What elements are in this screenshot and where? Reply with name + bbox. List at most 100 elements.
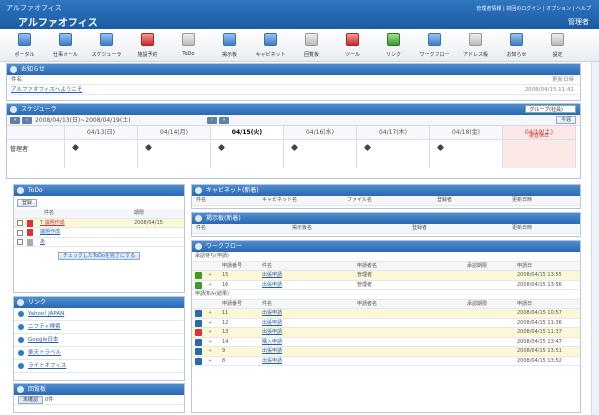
schedule-cell[interactable]: [430, 140, 502, 168]
schedule-day-header[interactable]: 04/17(木): [357, 126, 429, 140]
workflow-row[interactable]: +9 出張申請 2008/04/15 13:51: [192, 347, 580, 357]
header-links[interactable]: 管理者情報 | 前回のログイン | オプション | ヘルプ: [476, 5, 591, 12]
workflow-row[interactable]: +13 出張申請 2008/04/15 11:37: [192, 328, 580, 338]
pencil-icon[interactable]: [144, 143, 153, 152]
toolbar-button-7[interactable]: 回覧板: [291, 29, 332, 62]
request-subject[interactable]: 出張申請: [262, 309, 282, 319]
pencil-icon[interactable]: [436, 143, 445, 152]
request-date: 2008/04/15 11:36: [517, 319, 562, 326]
request-date: 2008/04/15 13:51: [517, 348, 562, 354]
todo-title[interactable]: T 議題作成: [40, 219, 65, 229]
link-label[interactable]: Yahoo! JAPAN: [28, 311, 64, 317]
toolbar-button-6[interactable]: キャビネット: [250, 29, 291, 62]
toolbar-button-3[interactable]: 施設予約: [127, 29, 168, 62]
schedule-cell[interactable]: [138, 140, 210, 168]
todo-row[interactable]: T 議題作成 2008/04/15: [14, 218, 184, 229]
prev-day-button[interactable]: ‹: [22, 117, 32, 124]
day-label[interactable]: 04/18(金): [452, 129, 480, 136]
workflow-row[interactable]: +16 出張申請 管理者 2008/04/15 13:56: [192, 281, 580, 291]
unread-tab[interactable]: 未確認: [18, 396, 44, 404]
toolbar-button-10[interactable]: ワークフロー: [414, 29, 455, 62]
toolbar-button-9[interactable]: リンク: [373, 29, 414, 62]
schedule-cell[interactable]: [211, 140, 283, 168]
todo-title[interactable]: 議題作成: [40, 228, 60, 238]
workflow-row[interactable]: +8 出張申請 2008/04/15 13:52: [192, 357, 580, 367]
pencil-icon[interactable]: [217, 143, 226, 152]
todo-row[interactable]: あ: [14, 238, 184, 248]
group-select[interactable]: グループ(社員): [525, 105, 576, 113]
toolbar-button-2[interactable]: スケジューラ: [86, 29, 127, 62]
link-item[interactable]: ライトオフィス: [14, 360, 184, 373]
request-subject[interactable]: 出張申請: [262, 281, 282, 291]
status-icon: [195, 329, 202, 336]
toolbar-button-12[interactable]: お知らせ: [496, 29, 537, 62]
schedule-cell[interactable]: [65, 140, 137, 168]
workflow-row[interactable]: +14 購入申請 2008/04/15 13:47: [192, 338, 580, 348]
toolbar-button-1[interactable]: 仕事メール: [45, 29, 86, 62]
link-item[interactable]: 楽天トラベル: [14, 347, 184, 360]
user-name[interactable]: 管理者: [568, 17, 589, 27]
pencil-icon[interactable]: [363, 143, 372, 152]
status-icon: [195, 272, 202, 279]
day-label[interactable]: 04/15(火): [232, 129, 262, 136]
pencil-icon[interactable]: [290, 143, 299, 152]
schedule-day-header[interactable]: 04/13(日): [65, 126, 137, 140]
todo-checkbox[interactable]: [17, 239, 23, 245]
link-label[interactable]: Google日本: [28, 337, 58, 343]
expand-icon[interactable]: +: [208, 357, 212, 367]
todo-checkbox[interactable]: [17, 229, 23, 236]
day-label[interactable]: 04/14(月): [160, 129, 188, 136]
todo-title[interactable]: あ: [40, 238, 45, 248]
request-subject[interactable]: 出張申請: [262, 347, 282, 357]
link-item[interactable]: Yahoo! JAPAN: [14, 308, 184, 321]
page-scrollbar[interactable]: [591, 62, 599, 415]
toolbar-button-8[interactable]: ツール: [332, 29, 373, 62]
link-label[interactable]: 楽天トラベル: [28, 350, 61, 356]
pencil-icon[interactable]: [71, 143, 80, 152]
day-label[interactable]: 04/13(日): [87, 129, 115, 136]
this-week-button[interactable]: 今週: [555, 116, 576, 124]
day-label[interactable]: 04/17(木): [379, 129, 407, 136]
request-subject[interactable]: 出張申請: [262, 357, 282, 367]
schedule-day-header[interactable]: 04/18(金): [430, 126, 502, 140]
next-day-button[interactable]: ›: [207, 117, 217, 124]
schedule-cell[interactable]: [357, 140, 429, 168]
workflow-row[interactable]: +12 出張申請 2008/04/15 11:36: [192, 319, 580, 329]
request-subject[interactable]: 出張申請: [262, 319, 282, 329]
link-item[interactable]: Google日本: [14, 334, 184, 347]
expand-icon[interactable]: +: [208, 328, 212, 338]
schedule-day-header[interactable]: 04/16(水): [284, 126, 356, 140]
todo-new-button[interactable]: 登録: [17, 199, 38, 207]
toolbar-button-11[interactable]: アドレス帳: [455, 29, 496, 62]
link-item[interactable]: ニフティ検索: [14, 321, 184, 334]
workflow-row[interactable]: +15 出張申請 管理者 2008/04/15 13:55: [192, 271, 580, 281]
todo-row[interactable]: 議題作成: [14, 228, 184, 238]
expand-icon[interactable]: +: [208, 309, 212, 319]
schedule-cell[interactable]: [284, 140, 356, 168]
complete-todo-button[interactable]: チェックしたToDoを完了にする: [57, 252, 141, 260]
day-label[interactable]: 04/16(水): [306, 129, 334, 136]
schedule-day-header[interactable]: 04/19(土) 振替休日: [503, 126, 575, 140]
schedule-day-header[interactable]: 04/15(火): [211, 126, 283, 140]
expand-icon[interactable]: +: [208, 338, 212, 348]
expand-icon[interactable]: +: [208, 281, 212, 291]
next-week-button[interactable]: »: [219, 117, 229, 124]
expand-icon[interactable]: +: [208, 271, 212, 281]
expand-icon[interactable]: +: [208, 347, 212, 357]
link-label[interactable]: ニフティ検索: [28, 324, 61, 330]
workflow-row[interactable]: +11 出張申請 2008/04/15 10:57: [192, 309, 580, 319]
request-subject[interactable]: 出張申請: [262, 271, 282, 281]
toolbar-button-13[interactable]: 設定: [537, 29, 578, 62]
todo-checkbox[interactable]: [17, 220, 23, 226]
prev-week-button[interactable]: «: [10, 117, 20, 124]
toolbar-button-5[interactable]: 掲示板: [209, 29, 250, 62]
toolbar-button-4[interactable]: ToDo: [168, 29, 209, 62]
notice-item[interactable]: アルファオフィスへようこそ 2008/04/15 11:41: [7, 85, 580, 95]
schedule-day-header[interactable]: 04/14(月): [138, 126, 210, 140]
expand-icon[interactable]: +: [208, 319, 212, 329]
schedule-cell[interactable]: [503, 140, 575, 168]
request-subject[interactable]: 購入申請: [262, 338, 282, 348]
toolbar-button-0[interactable]: ポータル: [4, 29, 45, 62]
request-subject[interactable]: 出張申請: [262, 328, 282, 338]
link-label[interactable]: ライトオフィス: [28, 363, 66, 369]
